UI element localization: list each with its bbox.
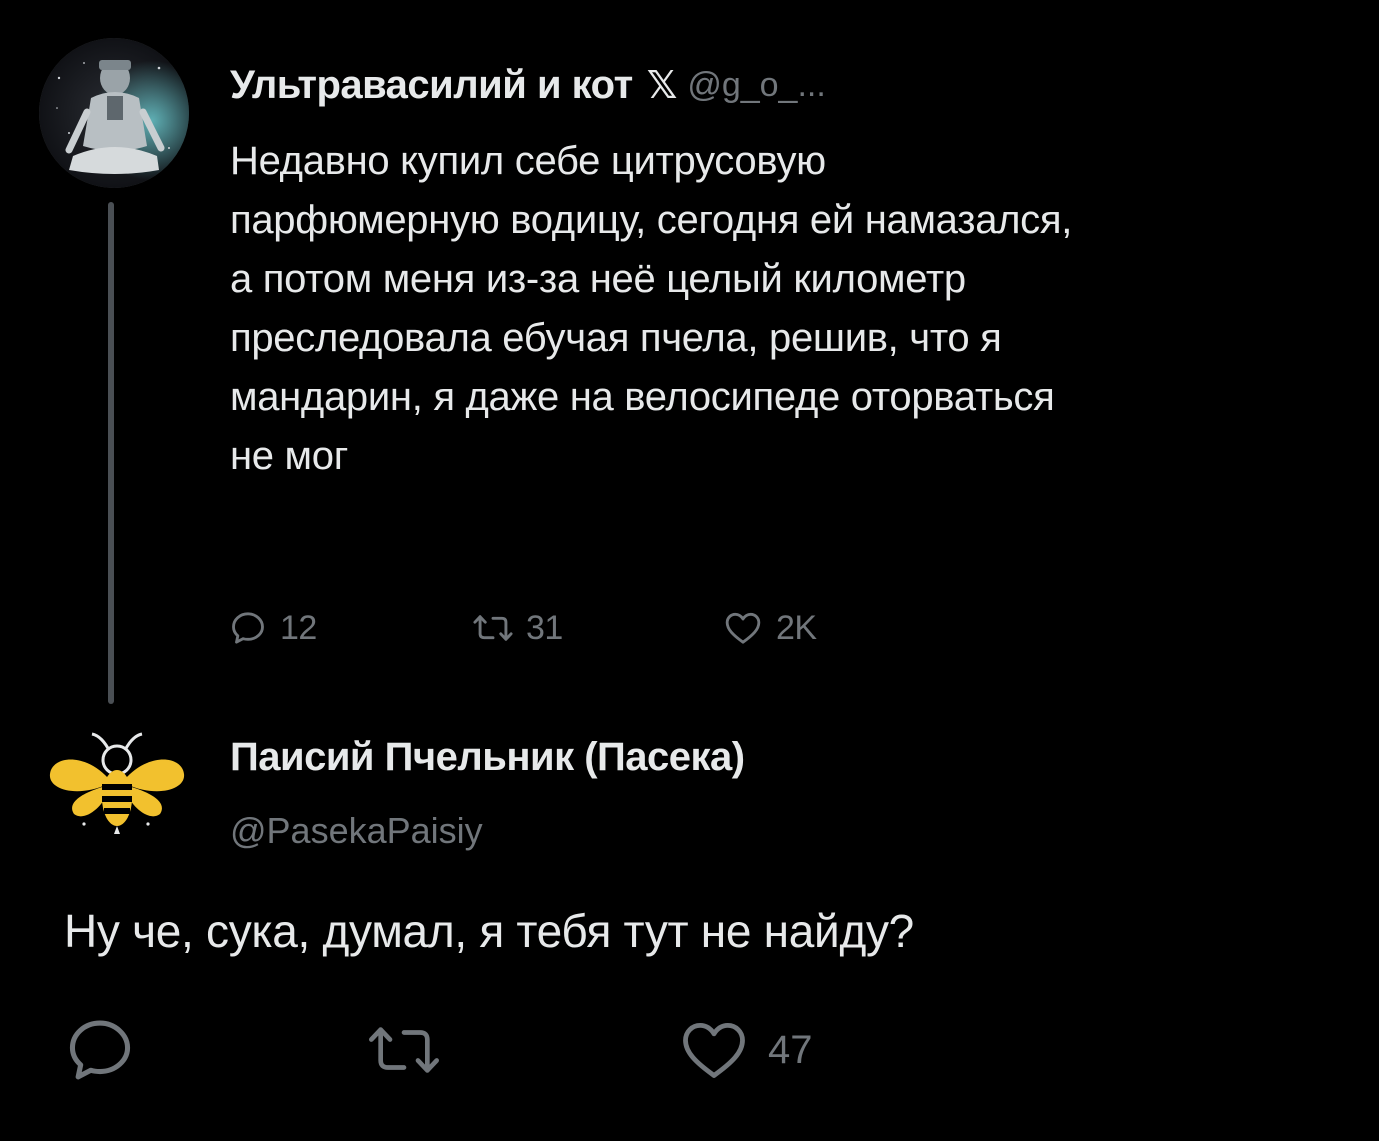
- avatar-image: [39, 38, 189, 188]
- like-button[interactable]: 47: [674, 1010, 813, 1090]
- tweet-text: Недавно купил себе цитрусовую парфюмерну…: [230, 139, 1073, 478]
- avatar[interactable]: [44, 722, 190, 842]
- reply-count: 12: [280, 608, 317, 647]
- author-name[interactable]: Ультравасилий и кот: [230, 63, 633, 108]
- retweet-button[interactable]: [364, 1010, 444, 1090]
- bee-icon: [49, 732, 185, 834]
- retweet-icon: [369, 1027, 439, 1073]
- tweet-thread: Ультравасилий и кот 𝕏 @g_o_... Недавно к…: [0, 0, 1379, 1141]
- retweet-count: 31: [526, 608, 563, 647]
- like-button[interactable]: 2K: [722, 598, 817, 658]
- heart-icon: [725, 612, 761, 644]
- like-count: 2K: [776, 608, 817, 647]
- tweet-header: Ультравасилий и кот 𝕏 @g_o_...: [230, 60, 826, 110]
- tweet-actions: 47: [60, 1010, 860, 1090]
- thread-connector-line: [108, 202, 114, 704]
- reply-icon: [232, 612, 264, 644]
- reply-button[interactable]: [60, 1010, 140, 1090]
- tweet-actions: 12 31 2K: [228, 598, 928, 658]
- avatar[interactable]: [39, 38, 189, 188]
- x-badge-icon: 𝕏: [646, 64, 678, 107]
- like-count: 47: [768, 1027, 813, 1072]
- author-name[interactable]: Паисий Пчельник (Пасека): [230, 735, 745, 780]
- retweet-icon: [473, 615, 513, 641]
- tweet-text: Ну че, сука, думал, я тебя тут не найду?: [64, 905, 914, 957]
- author-handle[interactable]: @PasekaPaisiy: [230, 810, 483, 852]
- retweet-button[interactable]: 31: [472, 598, 563, 658]
- author-handle[interactable]: @g_o_...: [687, 66, 826, 105]
- reply-icon: [69, 1020, 131, 1080]
- heart-icon: [683, 1023, 745, 1078]
- reply-button[interactable]: 12: [228, 598, 317, 658]
